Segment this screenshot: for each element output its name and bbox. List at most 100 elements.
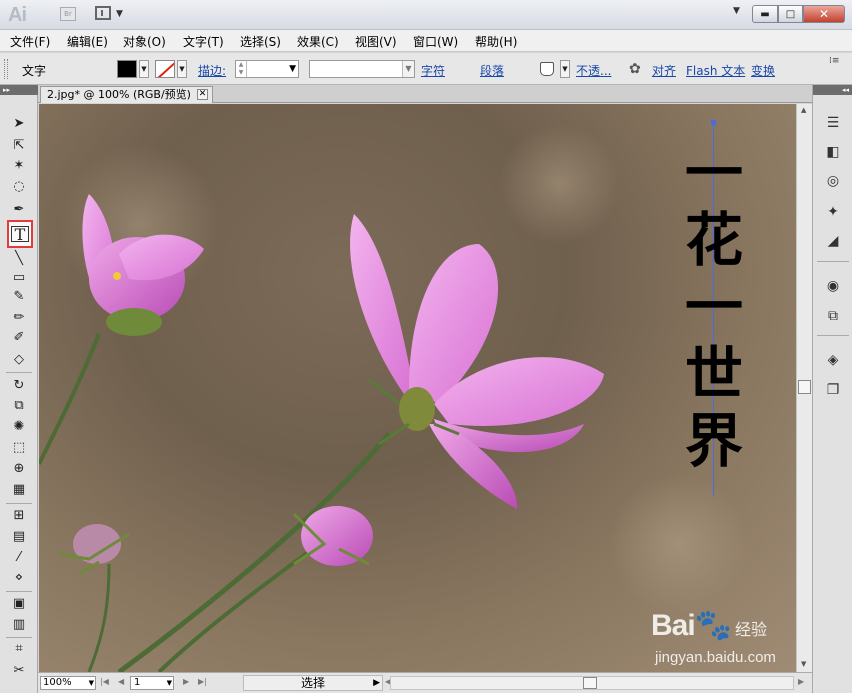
character-link[interactable]: 字符 xyxy=(421,62,445,79)
selection-tool-icon[interactable]: ➤ xyxy=(8,113,30,133)
text-char: 一 xyxy=(684,139,743,207)
zoom-select[interactable]: 100% ▼ xyxy=(40,676,96,690)
scroll-right-icon[interactable]: ▶ xyxy=(798,677,804,686)
scroll-down-icon[interactable]: ▼ xyxy=(801,660,806,668)
chevron-down-icon[interactable]: ▼ xyxy=(402,61,414,77)
symbols-icon[interactable]: ⧉ xyxy=(822,306,844,326)
style-dropdown[interactable]: ▼ xyxy=(560,60,570,78)
menu-select[interactable]: 选择(S) xyxy=(240,33,281,50)
artboard-canvas[interactable]: 一 花 一 世 界 Bai🐾 经验 jingyan.baidu.com xyxy=(39,104,796,672)
arrange-documents-button[interactable]: ▼ xyxy=(95,6,125,22)
gradient-tool-icon[interactable]: ▤ xyxy=(8,526,30,546)
type-tool-icon[interactable]: T xyxy=(7,220,33,248)
paintbrush-tool-icon[interactable]: ✎ xyxy=(8,286,30,306)
first-page-icon[interactable]: |◀ xyxy=(100,677,109,686)
panel-grip[interactable] xyxy=(4,59,8,79)
current-tool-label: 文字 xyxy=(22,64,47,78)
vertical-scrollbar[interactable]: ▲ ▼ xyxy=(796,104,812,672)
stroke-link[interactable]: 描边: xyxy=(198,62,226,79)
direct-selection-tool-icon[interactable]: ⇱ xyxy=(8,135,30,155)
mesh-tool-icon[interactable]: ⊞ xyxy=(8,505,30,525)
close-tab-icon[interactable]: ✕ xyxy=(196,89,208,100)
magic-wand-tool-icon[interactable]: ✶ xyxy=(8,155,30,175)
blend-tool-icon[interactable]: ⋄ xyxy=(8,567,30,587)
menu-help[interactable]: 帮助(H) xyxy=(475,33,517,50)
maximize-button[interactable]: □ xyxy=(778,5,803,23)
scale-tool-icon[interactable]: ⧉ xyxy=(8,395,30,415)
fill-color-swatch[interactable] xyxy=(117,60,137,78)
close-button[interactable]: ✕ xyxy=(803,5,845,23)
collapse-icon[interactable]: ◂◂ xyxy=(813,85,852,95)
scroll-thumb[interactable] xyxy=(583,677,597,689)
prev-page-icon[interactable]: ◀ xyxy=(118,677,124,686)
collapse-icon[interactable]: ▸▸ xyxy=(0,85,38,95)
menu-file[interactable]: 文件(F) xyxy=(10,33,50,50)
menu-view[interactable]: 视图(V) xyxy=(355,33,397,50)
warp-tool-icon[interactable]: ✺ xyxy=(8,416,30,436)
text-char: 世 xyxy=(684,340,743,408)
menu-effect[interactable]: 效果(C) xyxy=(297,33,339,50)
eyedropper-tool-icon[interactable]: ⁄ xyxy=(8,547,30,567)
paragraph-link[interactable]: 段落 xyxy=(480,62,504,79)
free-transform-tool-icon[interactable]: ⬚ xyxy=(8,437,30,457)
font-family-input[interactable]: ▼ xyxy=(309,60,415,78)
page-select[interactable]: 1 ▼ xyxy=(130,676,174,690)
swatches-icon[interactable]: ✦ xyxy=(822,202,844,222)
pencil-tool-icon[interactable]: ✏ xyxy=(8,307,30,327)
horizontal-scrollbar[interactable] xyxy=(390,676,794,690)
chevron-down-icon[interactable]: ▼ xyxy=(167,677,172,689)
line-tool-icon[interactable]: ╲ xyxy=(8,248,30,268)
align-link[interactable]: 对齐 xyxy=(652,62,676,79)
shape-builder-tool-icon[interactable]: ⊕ xyxy=(8,458,30,478)
artboard-tool-icon[interactable]: ⌗ xyxy=(8,638,30,658)
rectangle-tool-icon[interactable]: ▭ xyxy=(8,267,30,287)
minimize-button[interactable]: ▬ xyxy=(752,5,778,23)
layers-menu-icon[interactable]: ☰ xyxy=(822,113,844,133)
chevron-down-icon[interactable]: ▼ xyxy=(89,677,94,689)
artboards-icon[interactable]: ❐ xyxy=(822,380,844,400)
gradient-panel-icon[interactable]: ◢ xyxy=(822,231,844,251)
graphic-style-icon[interactable] xyxy=(540,62,554,76)
rotate-tool-icon[interactable]: ↻ xyxy=(8,375,30,395)
column-graph-tool-icon[interactable]: ▥ xyxy=(8,614,30,634)
menu-edit[interactable]: 编辑(E) xyxy=(67,33,108,50)
menu-type[interactable]: 文字(T) xyxy=(183,33,224,50)
symbol-sprayer-tool-icon[interactable]: ▣ xyxy=(8,593,30,613)
color-panel-icon[interactable]: ◧ xyxy=(822,142,844,162)
vertical-text-frame[interactable]: 一 花 一 世 界 xyxy=(679,140,749,475)
perspective-grid-tool-icon[interactable]: ▦ xyxy=(8,479,30,499)
stroke-weight-input[interactable]: ▲ ▼ ▼ xyxy=(235,60,299,78)
play-icon[interactable]: ▶ xyxy=(373,676,380,690)
workspace-switcher[interactable]: ▼ xyxy=(733,6,740,16)
stroke-dropdown[interactable]: ▼ xyxy=(177,60,187,78)
next-page-icon[interactable]: ▶ xyxy=(183,677,189,686)
stroke-color-swatch[interactable] xyxy=(155,60,175,78)
transform-link[interactable]: 变换 xyxy=(751,62,775,79)
scroll-thumb[interactable] xyxy=(798,380,811,394)
bridge-button[interactable]: Br xyxy=(60,7,76,21)
stepper-icon[interactable]: ▲ ▼ xyxy=(236,61,247,77)
panel-menu-icon[interactable]: ⁞≡ xyxy=(829,56,839,66)
fill-dropdown[interactable]: ▼ xyxy=(139,60,149,78)
last-page-icon[interactable]: ▶| xyxy=(198,677,207,686)
pen-tool-icon[interactable]: ✒ xyxy=(8,199,30,219)
appearance-icon[interactable]: ◉ xyxy=(822,276,844,296)
slice-tool-icon[interactable]: ✂ xyxy=(8,660,30,680)
menu-window[interactable]: 窗口(W) xyxy=(413,33,458,50)
opacity-link[interactable]: 不透... xyxy=(576,62,611,79)
blob-brush-tool-icon[interactable]: ✐ xyxy=(8,327,30,347)
document-tab[interactable]: 2.jpg* @ 100% (RGB/预览) ✕ xyxy=(40,86,213,103)
eraser-tool-icon[interactable]: ◇ xyxy=(8,349,30,369)
flash-text-link[interactable]: Flash 文本 xyxy=(686,62,745,79)
chevron-down-icon: ▼ xyxy=(116,9,123,19)
lasso-tool-icon[interactable]: ◌ xyxy=(8,176,30,196)
menu-object[interactable]: 对象(O) xyxy=(123,33,166,50)
status-tool-display[interactable]: 选择 ▶ xyxy=(243,675,383,691)
layers-icon[interactable]: ◈ xyxy=(822,350,844,370)
color-guide-icon[interactable]: ◎ xyxy=(822,171,844,191)
divider xyxy=(6,503,32,504)
chevron-down-icon[interactable]: ▼ xyxy=(289,61,296,77)
recolor-icon[interactable]: ✿ xyxy=(629,61,645,77)
scroll-up-icon[interactable]: ▲ xyxy=(801,106,806,114)
text-char: 一 xyxy=(684,273,743,341)
